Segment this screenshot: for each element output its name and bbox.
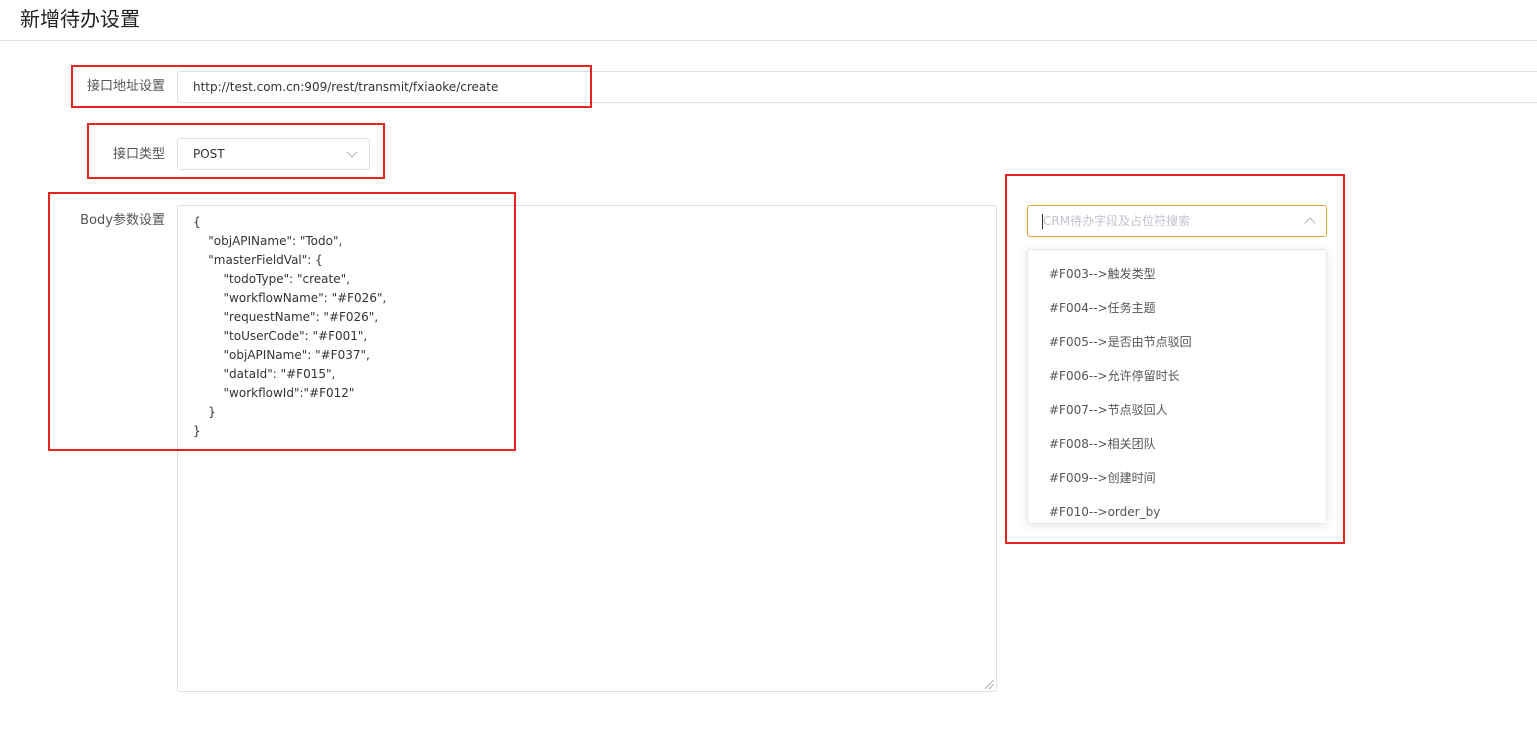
code-line: "workflowName": "#F026", (193, 291, 387, 305)
chevron-up-icon (1304, 217, 1316, 229)
code-line: "dataId": "#F015", (193, 367, 336, 381)
code-line: "objAPIName": "Todo", (193, 234, 343, 248)
method-select[interactable]: POST (177, 138, 370, 170)
field-search-select[interactable]: CRM待办字段及占位符搜索 (1027, 205, 1327, 237)
code-line: "requestName": "#F026", (193, 310, 379, 324)
code-line: "toUserCode": "#F001", (193, 329, 368, 343)
field-option[interactable]: #F008-->相关团队 (1028, 427, 1326, 461)
resize-handle-icon[interactable] (985, 680, 994, 689)
body-textarea[interactable]: { "objAPIName": "Todo", "masterFieldVal"… (177, 205, 997, 692)
code-line: "todoType": "create", (193, 272, 350, 286)
code-line: } (193, 424, 201, 438)
field-search-placeholder: CRM待办字段及占位符搜索 (1043, 214, 1191, 228)
field-option[interactable]: #F009-->创建时间 (1028, 461, 1326, 495)
field-option[interactable]: #F006-->允许停留时长 (1028, 359, 1326, 393)
url-label: 接口地址设置 (86, 79, 165, 94)
code-line: "objAPIName": "#F037", (193, 348, 370, 362)
code-line: } (193, 405, 216, 419)
field-option[interactable]: #F010-->order_by (1028, 495, 1326, 523)
url-input[interactable] (177, 71, 1537, 103)
field-option[interactable]: #F007-->节点驳回人 (1028, 393, 1326, 427)
title-divider (0, 40, 1537, 41)
code-line: "masterFieldVal": { (193, 253, 323, 267)
body-code: { "objAPIName": "Todo", "masterFieldVal"… (193, 213, 386, 441)
field-option[interactable]: #F005-->是否由节点驳回 (1028, 325, 1326, 359)
body-label: Body参数设置 (80, 213, 165, 228)
field-option-list: #F003-->触发类型 #F004-->任务主题 #F005-->是否由节点驳回 #… (1028, 250, 1326, 523)
code-line: "workflowId":"#F012" (193, 386, 355, 400)
code-line: { (193, 215, 201, 229)
field-dropdown: #F003-->触发类型 #F004-->任务主题 #F005-->是否由节点驳回 #… (1027, 249, 1327, 524)
method-label: 接口类型 (112, 147, 165, 162)
page-title: 新增待办设置 (20, 7, 140, 31)
chevron-down-icon (346, 146, 358, 158)
field-option[interactable]: #F004-->任务主题 (1028, 291, 1326, 325)
method-select-value: POST (193, 147, 225, 161)
field-option[interactable]: #F003-->触发类型 (1028, 257, 1326, 291)
